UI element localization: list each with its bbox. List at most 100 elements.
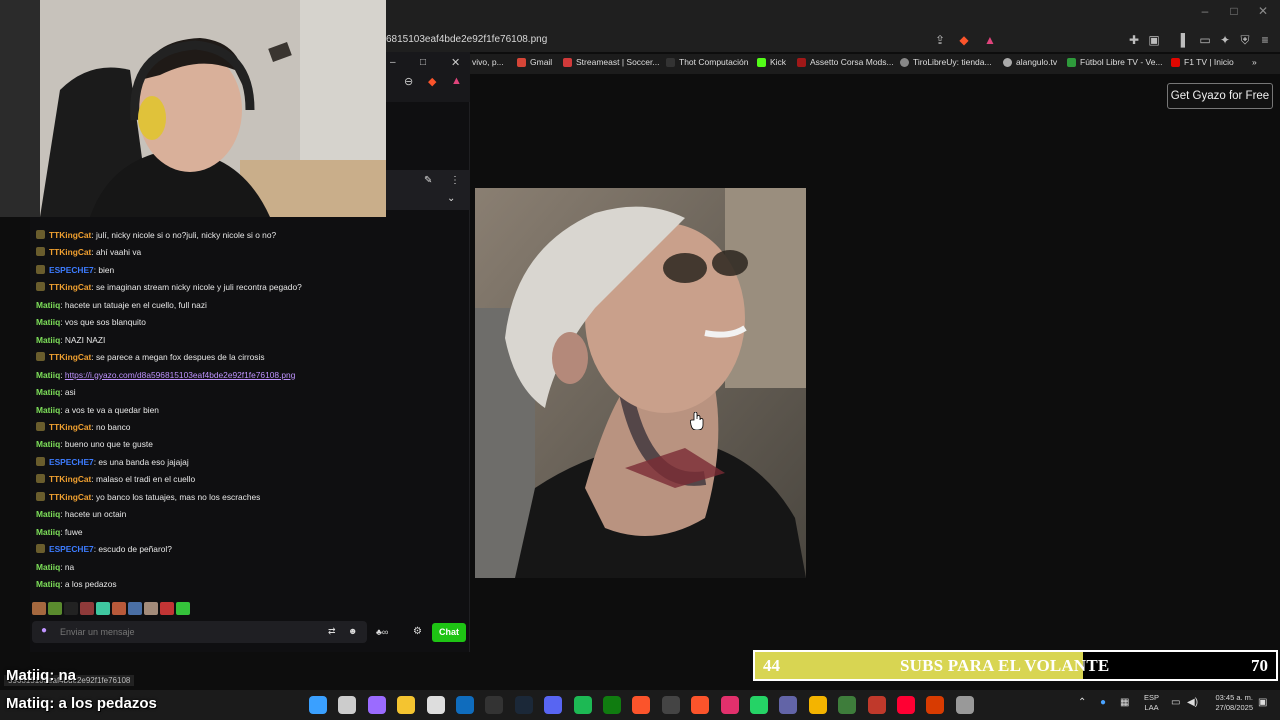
discord-icon[interactable] bbox=[544, 696, 563, 714]
subscriber-badge-icon[interactable] bbox=[36, 421, 45, 431]
pin-icon[interactable]: ✎ bbox=[424, 175, 432, 186]
app-icon[interactable] bbox=[867, 696, 886, 714]
epic-games-icon[interactable] bbox=[485, 696, 504, 714]
emote[interactable] bbox=[176, 602, 190, 615]
file-explorer-icon[interactable] bbox=[397, 696, 416, 714]
chat-username[interactable]: Matiiq bbox=[36, 579, 60, 589]
app-icon[interactable] bbox=[838, 696, 857, 714]
emote[interactable] bbox=[48, 602, 62, 615]
teams-icon[interactable] bbox=[779, 696, 798, 714]
xbox-icon[interactable] bbox=[603, 696, 621, 714]
clock[interactable]: 03:45 a. m. 27/08/2025 bbox=[1205, 693, 1253, 713]
bookmark-item[interactable]: TiroLibreUy: tienda... bbox=[900, 57, 992, 67]
chat-username[interactable]: ESPECHE7 bbox=[49, 265, 94, 275]
youtube-music-icon[interactable] bbox=[897, 696, 915, 714]
search-icon[interactable] bbox=[338, 696, 357, 714]
emote[interactable] bbox=[144, 602, 158, 615]
brave-rewards-icon[interactable]: ▲ bbox=[451, 75, 462, 87]
vpn-icon[interactable]: ⛨ bbox=[1237, 32, 1253, 48]
emote[interactable] bbox=[160, 602, 174, 615]
chat-username[interactable]: Matiiq bbox=[36, 317, 60, 327]
zoom-out-icon[interactable]: ⊖ bbox=[404, 75, 413, 88]
chat-send-button[interactable]: Chat bbox=[432, 623, 466, 642]
steam-icon[interactable] bbox=[514, 696, 533, 714]
bookmark-item[interactable]: Thot Computación bbox=[666, 57, 748, 67]
tab-icon[interactable]: ▣ bbox=[1146, 32, 1162, 48]
emote[interactable] bbox=[112, 602, 126, 615]
outlook-icon[interactable] bbox=[456, 696, 474, 714]
emote[interactable] bbox=[32, 602, 46, 615]
brave-active-icon[interactable] bbox=[691, 696, 710, 714]
language-indicator[interactable]: ESP LAA bbox=[1144, 693, 1159, 713]
chat-username[interactable]: TTKingCat bbox=[49, 474, 91, 484]
chat-username[interactable]: Matiiq bbox=[36, 509, 60, 519]
app-icon[interactable] bbox=[808, 696, 827, 714]
subscriber-badge-icon[interactable] bbox=[36, 230, 45, 239]
subscriber-badge-icon[interactable] bbox=[36, 544, 45, 554]
minimize-chat-icon[interactable]: – bbox=[390, 57, 396, 68]
subscriber-badge-icon[interactable] bbox=[36, 456, 45, 466]
chat-username[interactable]: Matiiq bbox=[36, 562, 60, 572]
brave-icon[interactable] bbox=[632, 696, 651, 714]
settings-gear-icon[interactable]: ⚙ bbox=[413, 626, 422, 637]
mic-icon[interactable]: ● bbox=[41, 625, 47, 636]
chat-username[interactable]: ESPECHE7 bbox=[49, 457, 94, 467]
store-icon[interactable] bbox=[426, 696, 445, 714]
wallet-icon[interactable]: ▭ bbox=[1197, 32, 1213, 48]
maximize-button[interactable]: □ bbox=[1219, 4, 1249, 18]
bookmark-item[interactable]: Assetto Corsa Mods... bbox=[797, 57, 894, 67]
bookmark-item[interactable]: Streameast | Soccer... bbox=[563, 57, 659, 67]
microphone-icon[interactable]: ● bbox=[1100, 697, 1106, 708]
chat-input-box[interactable]: ● ⇄ ☻ bbox=[32, 621, 367, 643]
subscriber-badge-icon[interactable] bbox=[36, 491, 45, 501]
chat-username[interactable]: Matiiq bbox=[36, 387, 60, 397]
office-icon[interactable] bbox=[926, 696, 945, 714]
chevron-up-icon[interactable]: ⌃ bbox=[1078, 697, 1086, 708]
emote[interactable] bbox=[128, 602, 142, 615]
bookmark-item[interactable]: vivo, p... bbox=[472, 57, 504, 67]
emote[interactable] bbox=[96, 602, 110, 615]
chat-username[interactable]: TTKingCat bbox=[49, 247, 91, 257]
channel-points-icon[interactable]: ♣∞ bbox=[376, 627, 388, 637]
share-icon[interactable]: ⇪ bbox=[932, 32, 948, 48]
chat-link[interactable]: https://i.gyazo.com/d8a596815103eaf4bde2… bbox=[65, 370, 296, 380]
chat-username[interactable]: Matiiq bbox=[36, 370, 60, 380]
brave-shield-icon[interactable]: ◆ bbox=[428, 75, 436, 88]
leo-ai-icon[interactable]: ✦ bbox=[1217, 32, 1233, 48]
volume-icon[interactable]: ◀) bbox=[1187, 697, 1198, 708]
notifications-icon[interactable]: ▣ bbox=[1258, 697, 1267, 708]
bookmark-item[interactable]: alangulo.tv bbox=[1003, 57, 1057, 67]
subscriber-badge-icon[interactable] bbox=[36, 282, 45, 292]
get-gyazo-button[interactable]: Get Gyazo for Free bbox=[1167, 83, 1273, 109]
spotify-icon[interactable] bbox=[573, 696, 592, 714]
brave-rewards-icon[interactable]: ▲ bbox=[982, 32, 998, 48]
whatsapp-icon[interactable] bbox=[750, 696, 768, 714]
bookmark-item[interactable]: Gmail bbox=[517, 57, 552, 67]
brave-shield-icon[interactable]: ◆ bbox=[956, 32, 972, 48]
subscriber-badge-icon[interactable] bbox=[36, 264, 45, 274]
chat-username[interactable]: TTKingCat bbox=[49, 230, 91, 240]
instagram-icon[interactable] bbox=[720, 696, 739, 714]
keyboard-icon[interactable]: ▦ bbox=[1120, 697, 1129, 708]
chat-username[interactable]: TTKingCat bbox=[49, 282, 91, 292]
bookmark-item[interactable]: Fútbol Libre TV - Ve... bbox=[1067, 57, 1163, 67]
emote-picker-icon[interactable]: ☻ bbox=[348, 626, 357, 636]
bookmark-item[interactable]: F1 TV | Inicio bbox=[1171, 57, 1234, 67]
chat-username[interactable]: TTKingCat bbox=[49, 422, 91, 432]
maximize-chat-icon[interactable]: □ bbox=[420, 57, 426, 68]
menu-icon[interactable]: ≡ bbox=[1257, 32, 1273, 48]
chevron-down-icon[interactable]: ⌄ bbox=[447, 193, 455, 204]
obs-icon[interactable] bbox=[661, 696, 680, 714]
minimize-button[interactable]: – bbox=[1190, 4, 1220, 18]
emote[interactable] bbox=[80, 602, 94, 615]
subscriber-badge-icon[interactable] bbox=[36, 474, 45, 484]
network-icon[interactable]: ▭ bbox=[1171, 697, 1180, 708]
more-options-icon[interactable]: ⋮ bbox=[450, 175, 460, 186]
windows-start-icon[interactable] bbox=[309, 696, 327, 714]
chat-username[interactable]: Matiiq bbox=[36, 300, 60, 310]
emote[interactable] bbox=[64, 602, 78, 615]
extensions-icon[interactable]: ✚ bbox=[1126, 32, 1142, 48]
chat-username[interactable]: ESPECHE7 bbox=[49, 544, 94, 554]
chat-username[interactable]: Matiiq bbox=[36, 335, 60, 345]
chat-username[interactable]: Matiiq bbox=[36, 439, 60, 449]
